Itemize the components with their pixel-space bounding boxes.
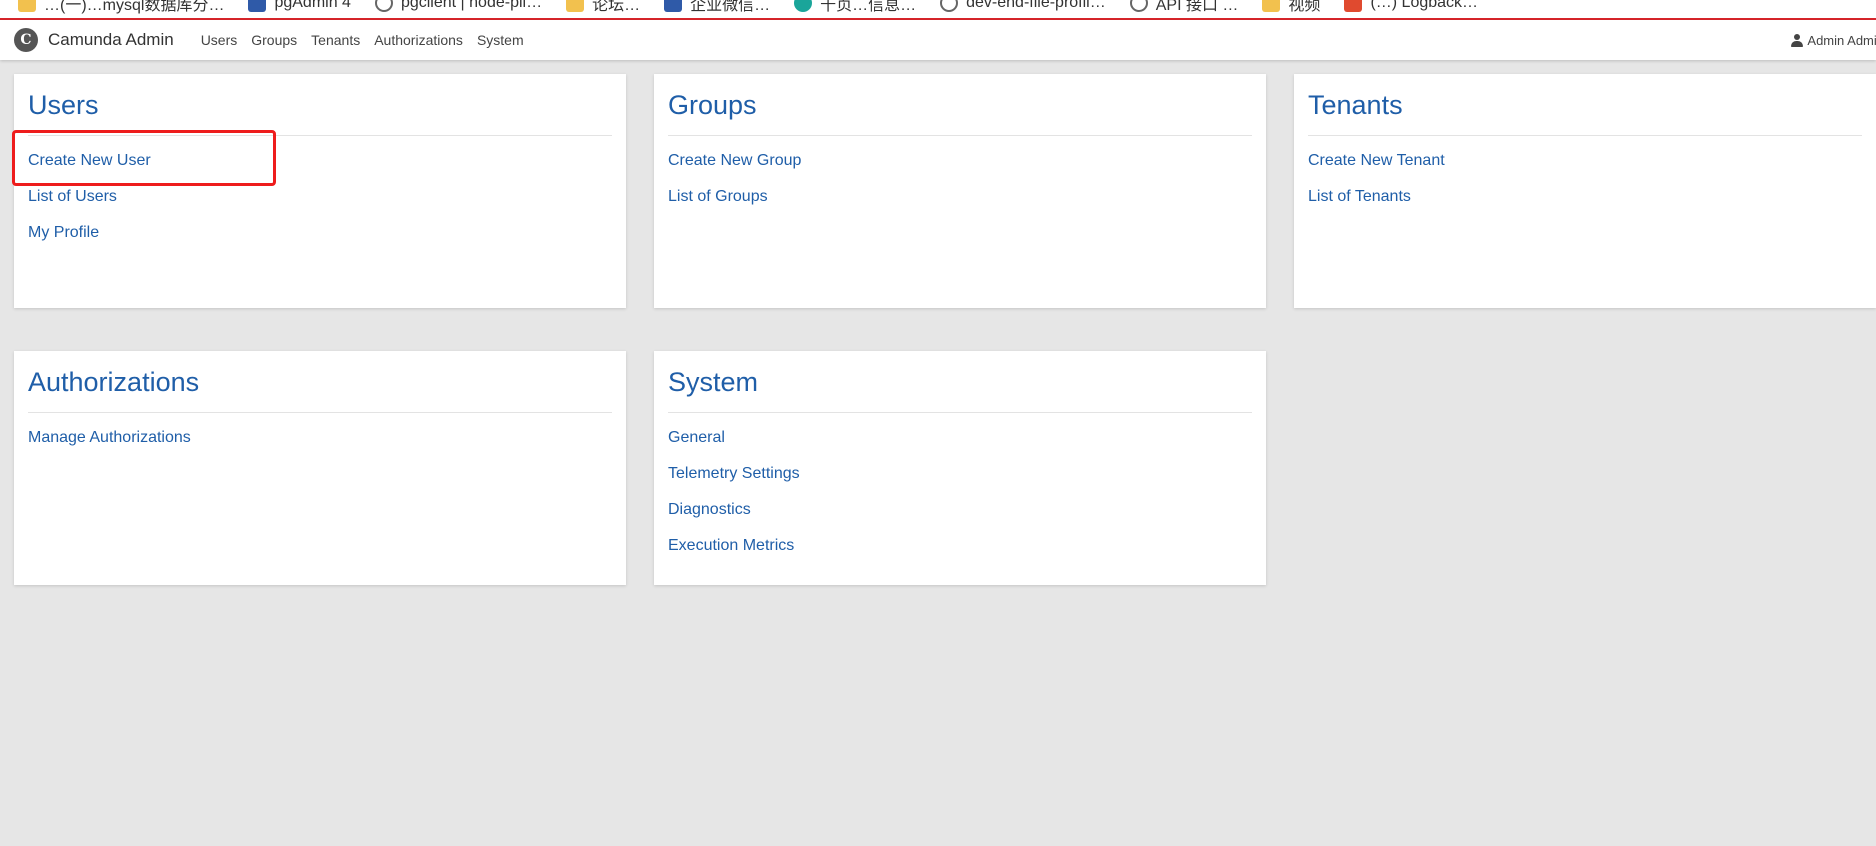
folder-icon: [1262, 0, 1281, 12]
bookmark-item[interactable]: pgclient | node-pil…: [374, 0, 543, 15]
nav-link-tenants[interactable]: Tenants: [304, 32, 367, 48]
bookmark-blue-icon: [248, 0, 267, 12]
list-of-users-link[interactable]: List of Users: [28, 187, 612, 207]
groups-section: Groups Create New Group List of Groups: [654, 74, 1266, 308]
bookmark-label: 企业微信…: [690, 0, 771, 14]
section-title-system: System: [668, 351, 1252, 413]
bookmark-label: …(一)…mysql数据库分…: [44, 0, 225, 14]
camunda-logo-icon: C: [14, 28, 38, 52]
create-new-user-link[interactable]: Create New User: [28, 151, 612, 171]
bookmark-item[interactable]: 视频: [1262, 0, 1320, 15]
nav-links: Users Groups Tenants Authorizations Syst…: [194, 32, 531, 48]
brand-link[interactable]: C Camunda Admin: [14, 28, 174, 52]
user-menu[interactable]: Admin Admin: [1791, 20, 1876, 60]
general-link[interactable]: General: [668, 428, 1252, 448]
bookmark-item[interactable]: 千页…信息…: [794, 0, 916, 15]
authorizations-links: Manage Authorizations: [28, 413, 612, 448]
bookmark-label: 视频: [1288, 0, 1321, 14]
system-links: General Telemetry Settings Diagnostics E…: [668, 413, 1252, 556]
bookmark-item[interactable]: pgAdmin 4: [248, 0, 351, 15]
section-title-users: Users: [28, 74, 612, 136]
tenants-section: Tenants Create New Tenant List of Tenant…: [1294, 74, 1876, 308]
diagnostics-link[interactable]: Diagnostics: [668, 500, 1252, 520]
folder-icon: [18, 0, 36, 12]
globe-icon: [940, 0, 959, 12]
telemetry-settings-link[interactable]: Telemetry Settings: [668, 464, 1252, 484]
section-title-authorizations: Authorizations: [28, 351, 612, 413]
section-title-tenants: Tenants: [1308, 74, 1862, 136]
teal-icon: [794, 0, 813, 12]
red-icon: [1344, 0, 1363, 12]
globe-icon: [1129, 0, 1148, 12]
groups-links: Create New Group List of Groups: [668, 136, 1252, 207]
nav-link-groups[interactable]: Groups: [244, 32, 304, 48]
user-menu-label: Admin Admin: [1807, 32, 1876, 48]
tenants-links: Create New Tenant List of Tenants: [1308, 136, 1862, 207]
list-of-tenants-link[interactable]: List of Tenants: [1308, 187, 1862, 207]
bookmark-label: 论坛…: [592, 0, 641, 14]
create-new-tenant-link[interactable]: Create New Tenant: [1308, 151, 1862, 171]
manage-authorizations-link[interactable]: Manage Authorizations: [28, 428, 612, 448]
authorizations-section: Authorizations Manage Authorizations: [14, 351, 626, 585]
browser-bookmarks-bar: …(一)…mysql数据库分… pgAdmin 4 pgclient | nod…: [0, 0, 1876, 18]
nav-link-users[interactable]: Users: [194, 32, 245, 48]
bookmark-item[interactable]: (…) Logback…: [1344, 0, 1478, 15]
users-links: Create New User List of Users My Profile: [28, 136, 612, 243]
user-icon: [1791, 33, 1804, 47]
bookmark-item[interactable]: 企业微信…: [664, 0, 770, 15]
bookmark-label: pgAdmin 4: [274, 0, 351, 11]
my-profile-link[interactable]: My Profile: [28, 223, 612, 243]
bookmark-label: (…) Logback…: [1370, 0, 1479, 11]
list-of-groups-link[interactable]: List of Groups: [668, 187, 1252, 207]
folder-icon: [566, 0, 585, 12]
section-title-groups: Groups: [668, 74, 1252, 136]
brand-name: Camunda Admin: [48, 30, 174, 49]
bookmark-label: dev-end-file-profil…: [966, 0, 1106, 11]
bookmark-item[interactable]: 论坛…: [566, 0, 640, 15]
bookmark-label: pgclient | node-pil…: [400, 0, 543, 11]
bookmark-label: API 接口 …: [1155, 0, 1239, 14]
bookmark-item[interactable]: dev-end-file-profil…: [940, 0, 1106, 15]
users-section: Users Create New User List of Users My P…: [14, 74, 626, 308]
top-navbar: C Camunda Admin Users Groups Tenants Aut…: [0, 20, 1876, 60]
system-section: System General Telemetry Settings Diagno…: [654, 351, 1266, 585]
create-new-group-link[interactable]: Create New Group: [668, 151, 1252, 171]
execution-metrics-link[interactable]: Execution Metrics: [668, 536, 1252, 556]
nav-link-authorizations[interactable]: Authorizations: [367, 32, 470, 48]
bookmark-label: 千页…信息…: [820, 0, 917, 14]
globe-icon: [374, 0, 393, 12]
bookmark-item[interactable]: API 接口 …: [1129, 0, 1239, 15]
bookmark-item[interactable]: …(一)…mysql数据库分…: [18, 0, 224, 15]
nav-link-system[interactable]: System: [470, 32, 531, 48]
bookmark-blue-icon: [664, 0, 683, 12]
